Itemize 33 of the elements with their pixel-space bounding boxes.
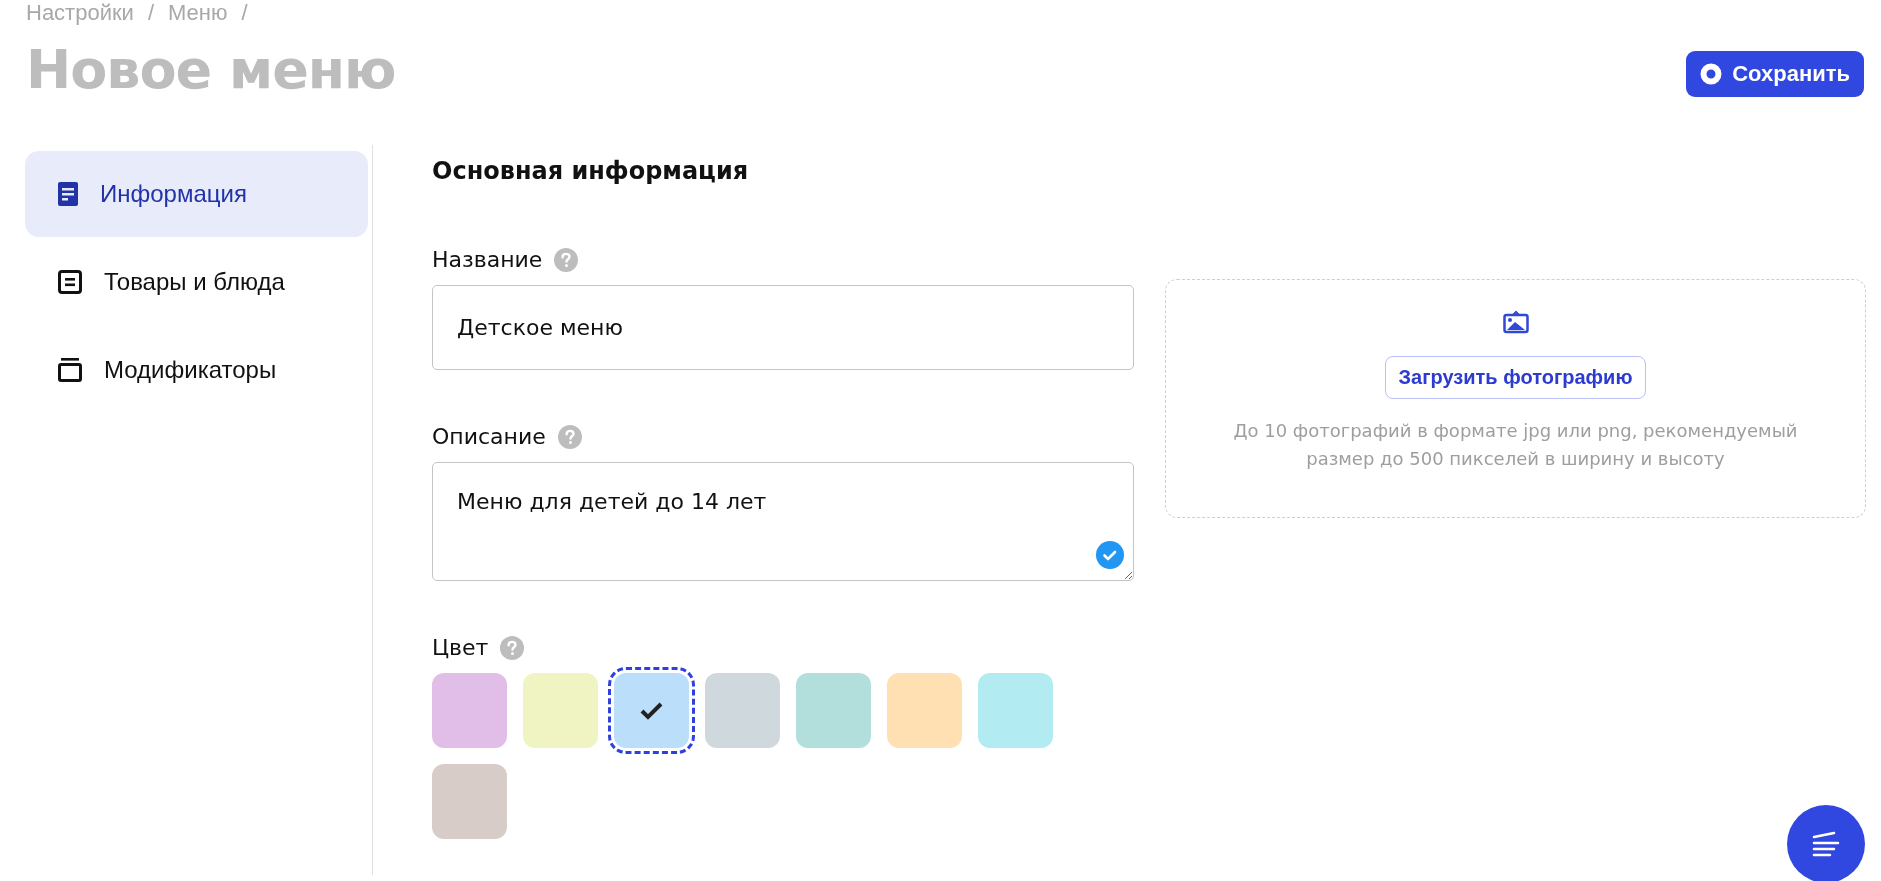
color-swatch[interactable] (705, 673, 780, 748)
breadcrumb-separator: / (241, 0, 248, 26)
upload-area[interactable]: Загрузить фотографию До 10 фотографий в формате jpg или png, рекомендуемый размер до 500 пикселей в ширину и высоту (1165, 279, 1866, 518)
help-icon[interactable] (500, 635, 525, 660)
checkmark-icon (638, 700, 665, 721)
upload-photo-button[interactable]: Загрузить фотографию (1384, 356, 1647, 399)
stack-icon (58, 358, 82, 382)
image-icon (1502, 310, 1529, 334)
color-swatch[interactable] (432, 764, 507, 839)
lines-icon (1810, 831, 1842, 857)
sidebar-item[interactable]: Модификаторы (25, 327, 368, 413)
save-button[interactable]: Сохранить (1686, 51, 1864, 97)
text-area[interactable]: Меню для детей до 14 лет (432, 462, 1134, 581)
section-title: Основная информация (432, 157, 750, 187)
color-swatch[interactable] (978, 673, 1053, 748)
color-swatch[interactable] (523, 673, 598, 748)
help-icon[interactable] (554, 247, 579, 272)
upload-hint: До 10 фотографий в формате jpg или png, рекомендуемый размер до 500 пикселей в ширину и высоту (1232, 419, 1799, 471)
field-label: Описание (432, 424, 546, 449)
color-swatch[interactable] (432, 673, 507, 748)
document-icon (58, 182, 78, 206)
color-swatch[interactable] (887, 673, 962, 748)
sidebar-item[interactable]: Товары и блюда (25, 239, 368, 325)
breadcrumb-separator: / (147, 0, 154, 26)
help-icon[interactable] (557, 424, 582, 449)
field-label: Название (432, 247, 543, 272)
page-title: Новое меню (26, 37, 396, 101)
sidebar-item[interactable]: Информация (25, 151, 368, 237)
list-icon (58, 270, 82, 294)
field-label: Цвет (432, 635, 489, 660)
input-field[interactable]: Детское меню (432, 285, 1134, 370)
color-swatch[interactable] (796, 673, 871, 748)
circle-icon (1700, 63, 1723, 85)
